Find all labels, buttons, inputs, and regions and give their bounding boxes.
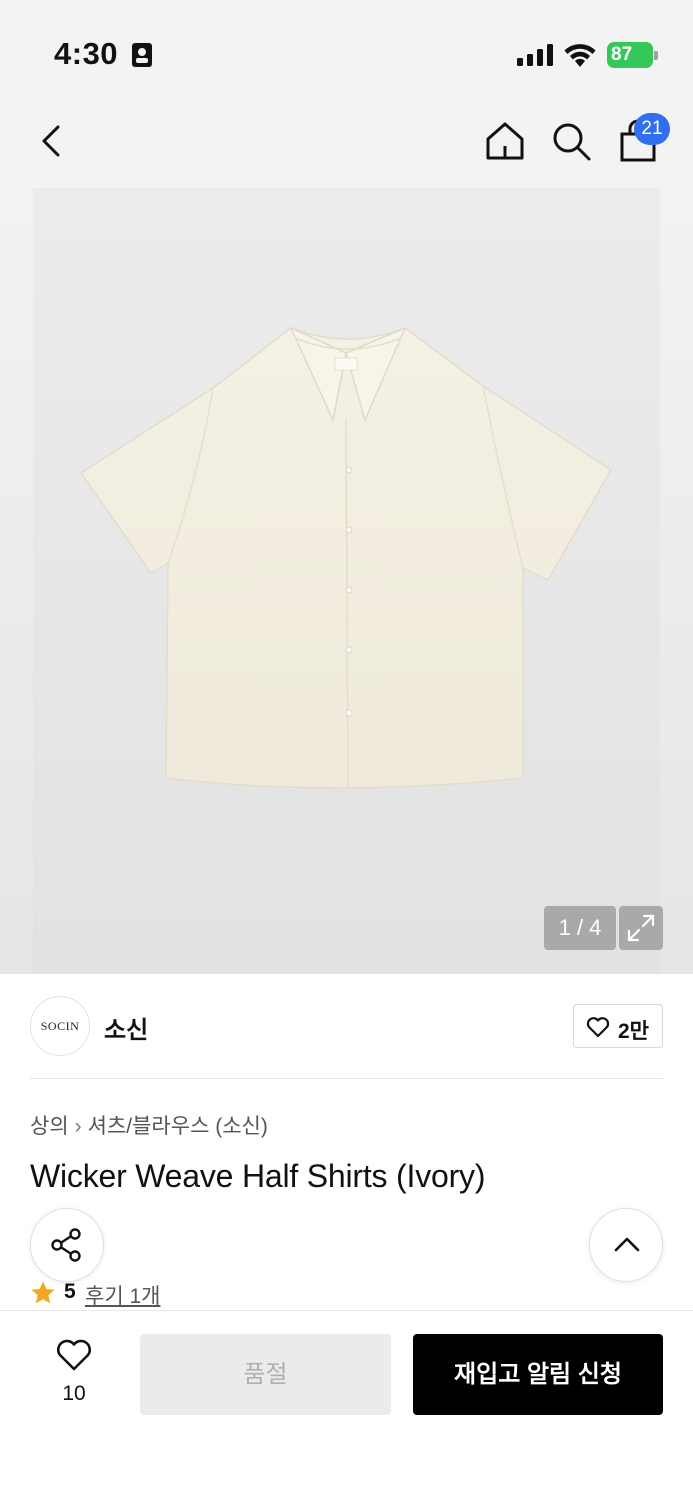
brand-like-count: 2만 bbox=[618, 1020, 649, 1043]
chevron-up-icon bbox=[614, 1237, 640, 1252]
battery-cap bbox=[654, 51, 658, 60]
battery-indicator: 87 bbox=[607, 42, 659, 68]
back-icon[interactable] bbox=[34, 122, 70, 160]
heart-icon bbox=[586, 1017, 610, 1038]
breadcrumb-subcategory[interactable]: 셔츠/블라우스 (소신) bbox=[88, 1110, 268, 1140]
expand-button[interactable] bbox=[619, 906, 663, 950]
brand-logo[interactable]: SOCIN bbox=[30, 996, 90, 1056]
star-icon bbox=[31, 1281, 55, 1304]
chevron-right-icon: › bbox=[74, 1115, 82, 1138]
cellular-signal-icon bbox=[517, 44, 553, 66]
image-counter: 1 / 4 bbox=[544, 906, 616, 950]
status-time: 4:30 bbox=[54, 36, 119, 71]
heart-icon bbox=[57, 1339, 91, 1371]
brand-like-button[interactable]: 2만 bbox=[573, 1004, 663, 1048]
divider bbox=[30, 1078, 663, 1079]
wishlist-count: 10 bbox=[62, 1382, 86, 1405]
contact-card-icon bbox=[132, 43, 152, 67]
review-link[interactable]: 후기 1개 bbox=[85, 1280, 160, 1310]
brand-row: SOCIN 소신 2만 bbox=[30, 996, 663, 1056]
rating-value: 5 bbox=[64, 1280, 76, 1303]
shirt-illustration bbox=[79, 326, 613, 789]
wifi-icon bbox=[564, 44, 596, 67]
product-title: Wicker Weave Half Shirts (Ivory) bbox=[30, 1158, 486, 1194]
restock-alert-button[interactable]: 재입고 알림 신청 bbox=[413, 1334, 663, 1415]
breadcrumb: 상의 › 셔츠/블라우스 (소신) bbox=[30, 1110, 268, 1140]
battery-level: 87 bbox=[607, 42, 653, 68]
product-image[interactable] bbox=[33, 188, 660, 974]
cart-count-badge: 21 bbox=[634, 113, 670, 145]
search-icon[interactable] bbox=[550, 120, 592, 162]
soldout-button[interactable]: 품절 bbox=[140, 1334, 391, 1415]
wishlist-button[interactable]: 10 bbox=[44, 1336, 104, 1412]
breadcrumb-category[interactable]: 상의 bbox=[30, 1110, 69, 1140]
share-button[interactable] bbox=[30, 1208, 104, 1282]
home-icon[interactable] bbox=[484, 120, 526, 162]
expand-icon bbox=[627, 914, 655, 942]
share-icon bbox=[51, 1228, 81, 1262]
scroll-top-button[interactable] bbox=[589, 1208, 663, 1282]
brand-name[interactable]: 소신 bbox=[104, 1010, 148, 1045]
